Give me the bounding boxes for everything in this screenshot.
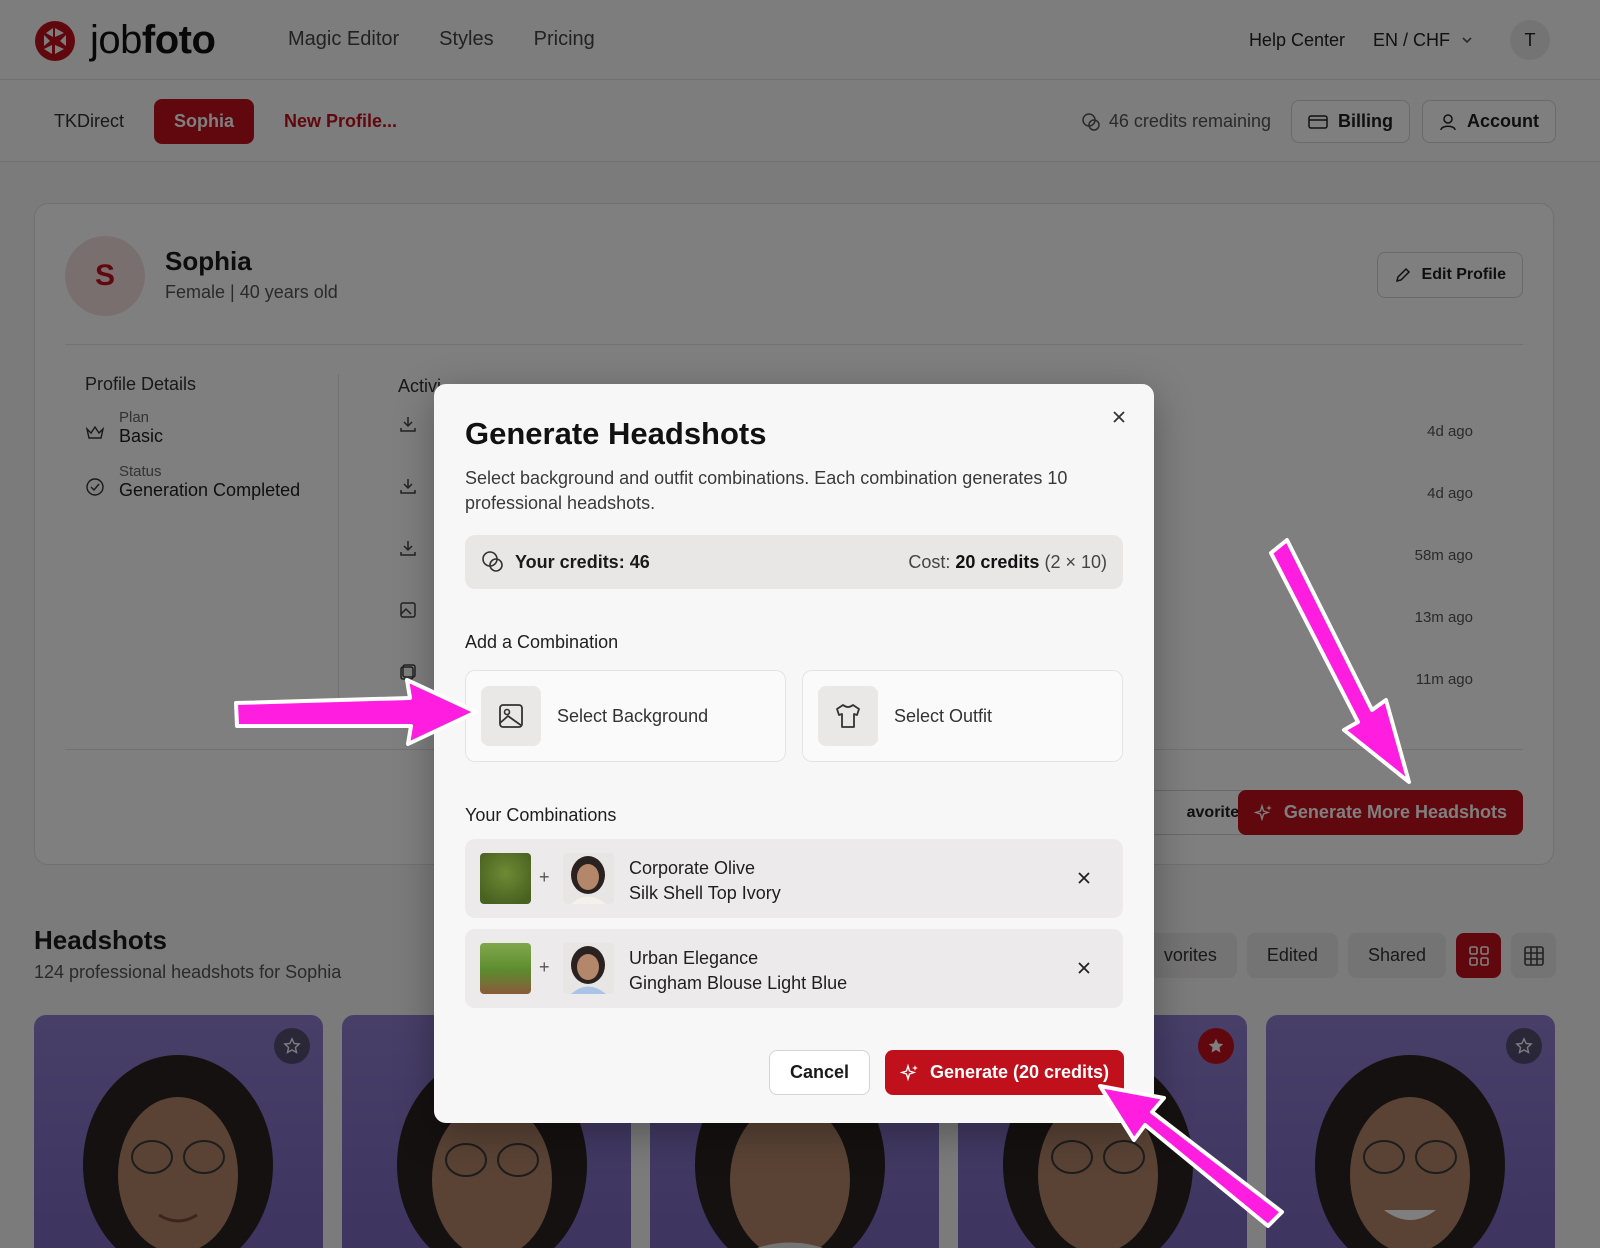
shirt-icon (836, 704, 860, 728)
combination-item: + Corporate Olive Silk Shell Top Ivory (465, 839, 1123, 918)
generate-label: Generate (20 credits) (929, 1062, 1110, 1082)
select-background-card[interactable]: Select Background (465, 670, 786, 762)
image-icon (499, 704, 523, 728)
outfit-portrait-image (571, 856, 606, 904)
background-icon-box (481, 686, 541, 746)
combination-item: + Urban Elegance Gingham Blouse Light Bl… (465, 929, 1123, 1008)
sparkles-icon (899, 1063, 918, 1081)
outfit-thumbnail (563, 943, 614, 994)
combination-names: Corporate Olive Silk Shell Top Ivory (629, 856, 781, 906)
close-icon (1113, 411, 1125, 423)
generate-button[interactable]: Generate (20 credits) (885, 1050, 1124, 1095)
credits-summary: Your credits: 46 Cost: 20 credits (2 × 1… (465, 535, 1123, 589)
combination-background-name: Corporate Olive (629, 858, 756, 878)
plus-icon: + (539, 957, 550, 977)
outfit-icon-box (818, 686, 878, 746)
combination-names: Urban Elegance Gingham Blouse Light Blue (629, 946, 847, 996)
combination-outfit-name: Silk Shell Top Ivory (629, 883, 781, 903)
outfit-thumbnail (563, 853, 614, 904)
coins-icon (482, 551, 503, 572)
cost-text: Cost: 20 credits (2 × 10) (908, 551, 1107, 572)
background-thumbnail (480, 943, 531, 994)
select-outfit-label: Select Outfit (894, 705, 993, 726)
dialog-description: Select background and outfit combination… (465, 468, 1068, 513)
add-combination-label: Add a Combination (465, 632, 619, 652)
cancel-button[interactable]: Cancel (769, 1050, 870, 1095)
combination-outfit-name: Gingham Blouse Light Blue (629, 973, 848, 993)
remove-combination-close-icon[interactable] (1075, 869, 1093, 887)
close-dialog-button[interactable] (1106, 404, 1132, 430)
outfit-portrait-image (571, 946, 606, 994)
select-background-label: Select Background (557, 705, 709, 726)
remove-combination-close-icon[interactable] (1075, 959, 1093, 977)
your-credits-text: Your credits: 46 (515, 551, 650, 572)
dialog-title: Generate Headshots (465, 416, 767, 451)
generate-headshots-dialog: Generate Headshots Select background and… (434, 384, 1154, 1123)
background-thumbnail (480, 853, 531, 904)
your-combinations-label: Your Combinations (465, 805, 617, 825)
plus-icon: + (539, 867, 550, 887)
select-outfit-card[interactable]: Select Outfit (802, 670, 1123, 762)
combination-background-name: Urban Elegance (629, 948, 759, 968)
